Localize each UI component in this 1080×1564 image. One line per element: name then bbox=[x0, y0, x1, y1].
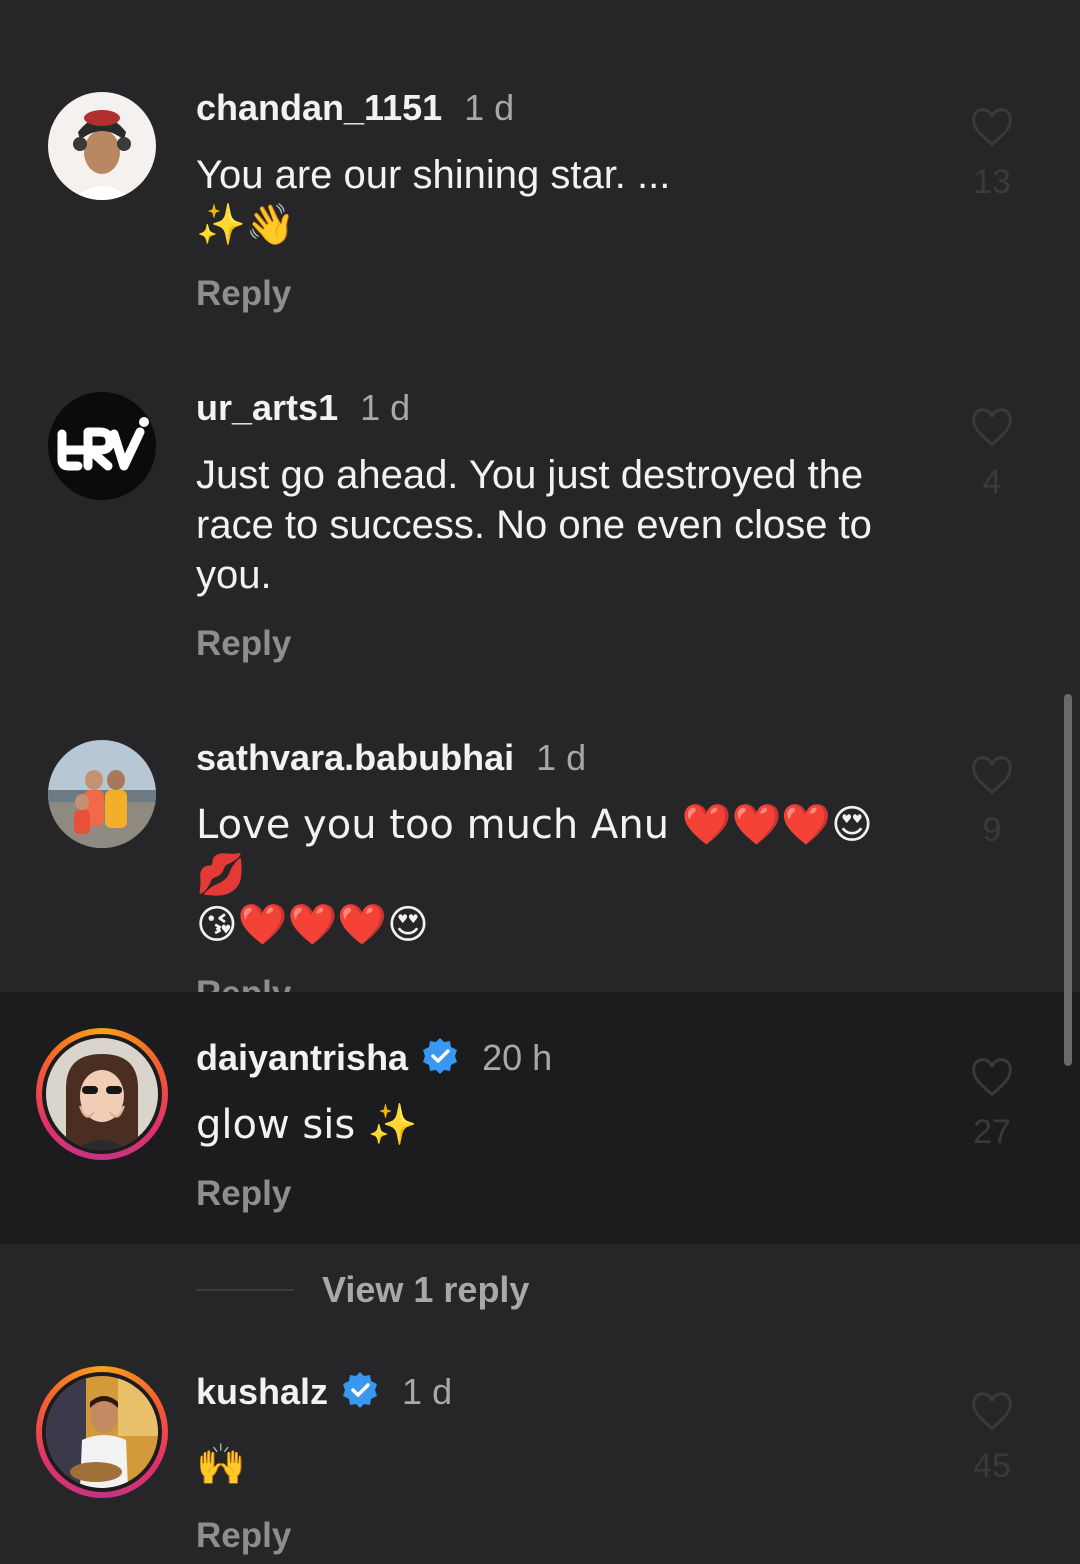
view-replies-label[interactable]: View 1 reply bbox=[322, 1269, 529, 1311]
avatar-story-ring[interactable] bbox=[36, 1366, 168, 1498]
verified-badge-icon bbox=[423, 1038, 458, 1074]
comment-text: 🙌 bbox=[196, 1440, 910, 1490]
timestamp: 1 d bbox=[464, 87, 515, 128]
timestamp: 1 d bbox=[402, 1371, 453, 1412]
heart-icon[interactable] bbox=[970, 108, 1014, 148]
scrollbar[interactable] bbox=[1064, 694, 1072, 1066]
comment-text-line: You are our shining star. ... bbox=[196, 153, 671, 197]
like-count: 27 bbox=[973, 1113, 1011, 1151]
comment-text: Love you too much Anu ❤️❤️❤️😍💋 😘❤️❤️❤️😍 bbox=[196, 800, 910, 950]
like-control[interactable]: 13 bbox=[952, 108, 1032, 202]
comments-screen: chandan_1151 1 d You are our shining star… bbox=[0, 0, 1080, 1564]
reply-button[interactable]: Reply bbox=[196, 622, 910, 666]
comment-item: kushalz 1 d 🙌 Reply 45 bbox=[0, 1330, 1080, 1564]
comment-item-highlighted: daiyantrisha 20 h glow sis ✨ Reply 27 bbox=[0, 992, 1080, 1244]
like-control[interactable]: 4 bbox=[952, 408, 1032, 502]
comment-text-line: race to success. No one even close to bbox=[196, 503, 872, 547]
timestamp: 1 d bbox=[536, 737, 587, 778]
avatar[interactable] bbox=[48, 92, 156, 200]
view-replies-button[interactable]: View 1 reply bbox=[196, 1268, 529, 1312]
divider bbox=[196, 1289, 294, 1291]
comment-text-line: Love you too much Anu ❤️❤️❤️😍💋 bbox=[196, 802, 873, 898]
heart-icon[interactable] bbox=[970, 756, 1014, 796]
username[interactable]: chandan_1151 bbox=[196, 87, 442, 128]
like-control[interactable]: 27 bbox=[952, 1058, 1032, 1152]
username[interactable]: kushalz bbox=[196, 1371, 328, 1412]
comment-text-line: Just go ahead. You just destroyed the bbox=[196, 453, 864, 497]
like-control[interactable]: 9 bbox=[952, 756, 1032, 850]
username[interactable]: ur_arts1 bbox=[196, 387, 338, 428]
comment-text: glow sis ✨ bbox=[196, 1100, 910, 1150]
timestamp: 1 d bbox=[360, 387, 411, 428]
comment-text-line: glow sis ✨ bbox=[196, 1102, 418, 1148]
comment-text: You are our shining star. ... ✨👋 bbox=[196, 150, 910, 250]
timestamp: 20 h bbox=[482, 1037, 553, 1078]
username[interactable]: sathvara.babubhai bbox=[196, 737, 514, 778]
comment-item: ur_arts1 1 d Just go ahead. You just dest… bbox=[0, 340, 1080, 690]
comment-text-line: you. bbox=[196, 553, 272, 597]
like-count: 9 bbox=[982, 811, 1002, 849]
comment-text-line: 🙌 bbox=[196, 1442, 246, 1488]
comment-item: sathvara.babubhai 1 d Love you too much A… bbox=[0, 690, 1080, 1013]
like-count: 13 bbox=[973, 163, 1011, 201]
comment-text-line: ✨👋 bbox=[196, 202, 296, 248]
avatar bbox=[46, 1376, 158, 1488]
avatar bbox=[46, 1038, 158, 1150]
heart-icon[interactable] bbox=[970, 1058, 1014, 1098]
heart-icon[interactable] bbox=[970, 1392, 1014, 1432]
reply-button[interactable]: Reply bbox=[196, 1514, 910, 1558]
comment-item: chandan_1151 1 d You are our shining star… bbox=[0, 0, 1080, 340]
username[interactable]: daiyantrisha bbox=[196, 1037, 408, 1078]
comment-text-line: 😘❤️❤️❤️😍 bbox=[196, 902, 429, 948]
comment-text: Just go ahead. You just destroyed the ra… bbox=[196, 450, 910, 600]
heart-icon[interactable] bbox=[970, 408, 1014, 448]
reply-button[interactable]: Reply bbox=[196, 272, 910, 316]
like-count: 4 bbox=[982, 463, 1002, 501]
avatar[interactable] bbox=[48, 740, 156, 848]
verified-badge-icon bbox=[343, 1372, 378, 1408]
reply-button[interactable]: Reply bbox=[196, 1172, 910, 1216]
like-count: 45 bbox=[973, 1447, 1011, 1485]
avatar-story-ring[interactable] bbox=[36, 1028, 168, 1160]
like-control[interactable]: 45 bbox=[952, 1392, 1032, 1486]
avatar[interactable] bbox=[48, 392, 156, 500]
